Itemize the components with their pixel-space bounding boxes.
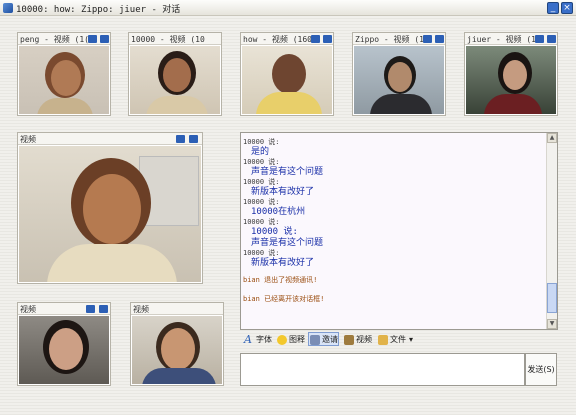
speaker-icon[interactable] <box>423 35 432 43</box>
emoticon-button[interactable]: 图释 <box>275 332 306 346</box>
speaker-icon[interactable] <box>311 35 320 43</box>
video-icon <box>344 335 354 345</box>
small-video-header: 视频 <box>131 303 223 315</box>
message-sender: 10000 说: <box>243 249 280 257</box>
message-text: 10000在杭州 <box>251 207 306 217</box>
message-sender: 10000 说: <box>243 158 280 166</box>
video-tile-label: Zippo - 视频 (1 <box>355 35 424 44</box>
main-video-header: 视频 <box>18 133 202 145</box>
main-video-feed <box>19 146 201 282</box>
chat-scrollbar[interactable]: ▲ ▼ <box>546 133 557 329</box>
file-label: 文件 <box>390 335 406 344</box>
emoticon-icon <box>277 335 287 345</box>
message-text: 是的 <box>251 147 270 157</box>
app-icon <box>3 3 13 13</box>
speaker-icon[interactable] <box>535 35 544 43</box>
message-text: 声音是有这个问题 <box>251 238 324 248</box>
video-tile-header: peng - 视频 (1( <box>18 33 110 45</box>
video-tile-zippo[interactable]: Zippo - 视频 (1 <box>352 32 446 116</box>
small-video-header: 视频 <box>18 303 110 315</box>
video-tile-10000[interactable]: 10000 - 视频 (10 <box>128 32 222 116</box>
video-feed <box>132 316 222 384</box>
video-feed <box>242 46 332 114</box>
video-tile-label: peng - 视频 (1( <box>20 35 89 44</box>
video-tile-header: how - 视频 (160 <box>241 33 333 45</box>
scroll-down-arrow[interactable]: ▼ <box>547 319 557 329</box>
invite-icon <box>310 335 320 345</box>
video-tile-jiuer[interactable]: jiuer - 视频 (1 <box>464 32 558 116</box>
small-video-label: 视频 <box>133 305 149 314</box>
video-tile-peng[interactable]: peng - 视频 (1( <box>17 32 111 116</box>
invite-label: 邀请 <box>322 335 338 344</box>
small-video-label: 视频 <box>20 305 36 314</box>
send-button[interactable]: 发送(S) <box>525 353 557 386</box>
speaker-icon[interactable] <box>176 135 185 143</box>
speaker-icon[interactable] <box>86 305 95 313</box>
main-video-label: 视频 <box>20 135 36 144</box>
message-text: 新版本有改好了 <box>251 187 315 197</box>
chat-history[interactable]: 10000 说: 是的 10000 说: 声音是有这个问题 10000 说: 新… <box>240 132 558 330</box>
message-sender: 10000 说: <box>243 138 280 146</box>
invite-button[interactable]: 邀请 <box>308 332 339 346</box>
emoticon-label: 图释 <box>289 335 305 344</box>
message-sender: 10000 说: <box>243 198 280 206</box>
video-tile-label: 10000 - 视频 (10 <box>131 35 205 44</box>
font-icon: A <box>244 333 252 346</box>
video-feed <box>354 46 444 114</box>
close-button[interactable]: × <box>561 2 573 14</box>
message-sender: 10000 说: <box>243 178 280 186</box>
system-message: bian 已经离开该对话框! <box>243 295 325 303</box>
camera-icon[interactable] <box>547 35 556 43</box>
title-bar: 10000: how: Zippo: jiuer - 对话 _ × <box>0 0 576 16</box>
chat-messages: 10000 说: 是的 10000 说: 声音是有这个问题 10000 说: 新… <box>243 134 546 328</box>
file-icon <box>378 335 388 345</box>
chat-toolbar: A 字体 图释 邀请 视频 文件 ▾ <box>240 331 558 347</box>
camera-icon[interactable] <box>323 35 332 43</box>
video-tile-header: jiuer - 视频 (1 <box>465 33 557 45</box>
small-video-left[interactable]: 视频 <box>17 302 111 386</box>
speaker-icon[interactable] <box>88 35 97 43</box>
video-tile-label: how - 视频 (160 <box>243 35 312 44</box>
video-feed <box>19 316 109 384</box>
video-tile-label: jiuer - 视频 (1 <box>467 35 536 44</box>
message-sender: 10000 说: <box>243 218 280 226</box>
video-feed <box>19 46 109 114</box>
video-button[interactable]: 视频 <box>342 332 373 346</box>
video-feed <box>466 46 556 114</box>
video-tile-header: 10000 - 视频 (10 <box>129 33 221 45</box>
video-label: 视频 <box>356 335 372 344</box>
video-tile-how[interactable]: how - 视频 (160 <box>240 32 334 116</box>
scroll-up-arrow[interactable]: ▲ <box>547 133 557 143</box>
camera-icon[interactable] <box>435 35 444 43</box>
main-video[interactable]: 视频 <box>17 132 203 284</box>
minimize-button[interactable]: _ <box>547 2 559 14</box>
message-text: 新版本有改好了 <box>251 258 315 268</box>
message-text: 声音是有这个问题 <box>251 167 324 177</box>
font-label: 字体 <box>256 335 272 344</box>
system-message: bian 退出了视频通讯! <box>243 276 318 284</box>
file-dropdown-arrow[interactable]: ▾ <box>406 332 414 346</box>
video-feed <box>130 46 220 114</box>
file-button[interactable]: 文件 <box>376 332 407 346</box>
window-title: 10000: how: Zippo: jiuer - 对话 <box>16 5 181 15</box>
message-text: 10000 说: <box>251 227 298 237</box>
camera-icon[interactable] <box>100 35 109 43</box>
small-video-right[interactable]: 视频 <box>130 302 224 386</box>
scroll-thumb[interactable] <box>547 283 557 313</box>
camera-icon[interactable] <box>189 135 198 143</box>
font-button[interactable]: A 字体 <box>242 332 273 346</box>
message-input[interactable] <box>240 353 525 386</box>
camera-icon[interactable] <box>99 305 108 313</box>
video-tile-header: Zippo - 视频 (1 <box>353 33 445 45</box>
